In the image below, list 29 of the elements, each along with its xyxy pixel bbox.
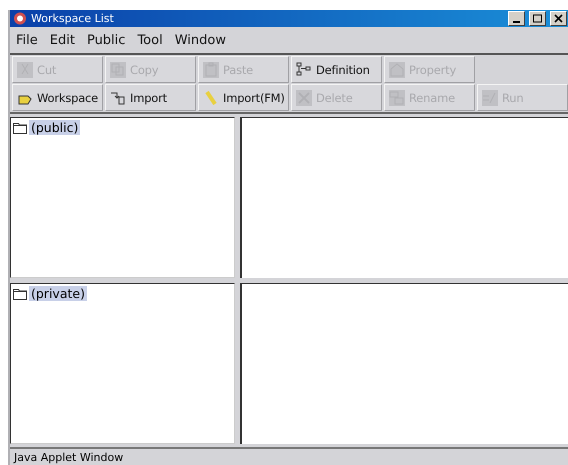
toolbar-button[interactable]: Import(FM)	[198, 84, 289, 111]
definition-icon	[296, 62, 312, 78]
menu-item[interactable]: File	[16, 32, 38, 48]
menu-item[interactable]: Window	[174, 32, 226, 48]
app-icon	[13, 12, 27, 25]
status-text: Java Applet Window	[14, 450, 124, 464]
toolbar-button[interactable]: Workspace	[12, 84, 103, 111]
close-icon	[554, 14, 563, 23]
folder-icon	[13, 122, 27, 134]
property-icon	[389, 62, 405, 78]
tree-item[interactable]: (public)	[29, 120, 80, 135]
tree-item[interactable]: (private)	[29, 286, 87, 301]
toolbar-button[interactable]: Definition	[291, 56, 382, 83]
close-button[interactable]	[550, 11, 567, 26]
maximize-icon	[533, 14, 542, 23]
menu-item[interactable]: Public	[86, 32, 126, 48]
import-icon	[110, 90, 126, 106]
paste-icon	[203, 62, 219, 78]
maximize-button[interactable]	[529, 11, 546, 26]
window-title: Workspace List	[31, 12, 115, 25]
copy-icon	[110, 62, 126, 78]
minimize-icon	[513, 20, 520, 22]
folder-icon	[13, 288, 27, 300]
menu-item[interactable]: Edit	[50, 32, 75, 48]
delete-icon	[296, 90, 312, 106]
minimize-button[interactable]	[508, 11, 525, 26]
menu-item[interactable]: Tool	[137, 32, 163, 48]
toolbar-button[interactable]: Import	[105, 84, 196, 111]
rename-icon	[389, 90, 405, 106]
